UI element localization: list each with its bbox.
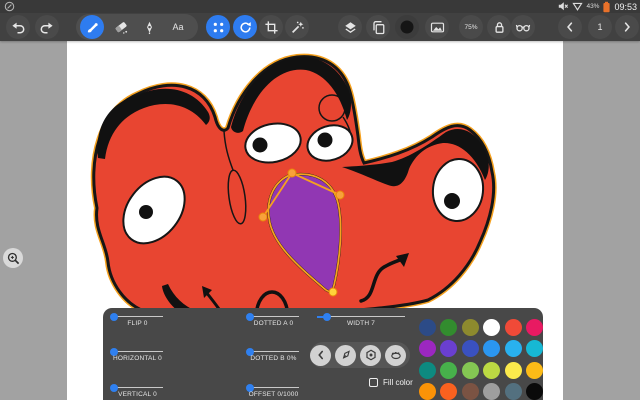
layers-icon (343, 20, 358, 35)
volume-muted-icon (558, 1, 569, 12)
color-swatch[interactable] (505, 340, 522, 357)
color-swatch[interactable] (526, 362, 543, 379)
copy-button[interactable] (366, 15, 390, 39)
color-swatch[interactable] (505, 362, 522, 379)
brush-tool-button[interactable] (80, 15, 104, 39)
brush-icon (85, 20, 100, 35)
battery-percent: 43% (586, 3, 599, 10)
color-swatch[interactable] (505, 383, 522, 400)
color-swatch[interactable] (440, 383, 457, 400)
image-icon (430, 20, 445, 35)
page-number-label: 1 (597, 22, 602, 32)
color-swatch[interactable] (440, 319, 457, 336)
color-swatch[interactable] (419, 362, 436, 379)
color-palette (103, 308, 543, 400)
magic-wand-icon (290, 20, 305, 35)
page-number[interactable]: 1 (588, 15, 612, 39)
redo-button[interactable] (35, 15, 59, 39)
next-page-button[interactable] (615, 15, 639, 39)
text-tool-button[interactable]: Aa (166, 15, 190, 39)
pen-tool-button[interactable] (137, 15, 161, 39)
lock-icon (492, 20, 507, 35)
zoom-button[interactable] (3, 248, 23, 268)
redo-icon (39, 19, 55, 35)
selection-handle (336, 191, 344, 199)
color-swatch[interactable] (462, 362, 479, 379)
undo-icon (10, 19, 26, 35)
magnifier-plus-icon (6, 251, 21, 266)
color-swatch[interactable] (462, 319, 479, 336)
crop-tool-button[interactable] (259, 15, 283, 39)
view-mode-button[interactable] (511, 15, 535, 39)
fill-color-label: Fill color (383, 378, 413, 387)
color-swatch[interactable] (419, 383, 436, 400)
selection-handle (288, 169, 296, 177)
color-swatch[interactable] (483, 340, 500, 357)
color-swatch-button[interactable] (395, 15, 419, 39)
selection-handle (259, 213, 267, 221)
color-swatch[interactable] (526, 319, 543, 336)
color-swatch[interactable] (526, 340, 543, 357)
current-color-icon (398, 18, 416, 36)
status-bar: 43% 09:53 (0, 0, 640, 13)
select-transform-button[interactable] (206, 15, 230, 39)
undo-button[interactable] (6, 15, 30, 39)
eraser-tool-button[interactable] (109, 15, 133, 39)
color-swatch[interactable] (440, 362, 457, 379)
lock-button[interactable] (487, 15, 511, 39)
color-swatch[interactable] (505, 319, 522, 336)
glasses-icon (515, 19, 531, 35)
zoom-level-label: 75% (464, 24, 477, 31)
chevron-right-icon (620, 20, 634, 34)
color-swatch[interactable] (419, 340, 436, 357)
copy-icon (371, 20, 386, 35)
color-swatch[interactable] (483, 383, 500, 400)
screen-cast-icon (4, 1, 15, 12)
image-button[interactable] (425, 15, 449, 39)
layers-button[interactable] (338, 15, 362, 39)
fill-color-row: Fill color (369, 378, 413, 387)
color-swatch[interactable] (526, 383, 543, 400)
wifi-icon (572, 1, 583, 12)
battery-icon (602, 1, 611, 13)
eraser-icon (113, 19, 129, 35)
selection-handle (329, 288, 337, 296)
color-swatch[interactable] (419, 319, 436, 336)
color-swatch[interactable] (462, 340, 479, 357)
color-swatch[interactable] (483, 319, 500, 336)
zoom-level-button[interactable]: 75% (459, 15, 483, 39)
rotate-icon (238, 20, 253, 35)
text-tool-label: Aa (172, 22, 183, 32)
rotate-tool-button[interactable] (233, 15, 257, 39)
selection-dots-icon (211, 20, 226, 35)
color-swatch[interactable] (462, 383, 479, 400)
color-swatch[interactable] (440, 340, 457, 357)
color-swatch[interactable] (483, 362, 500, 379)
crop-icon (264, 20, 279, 35)
previous-page-button[interactable] (558, 15, 582, 39)
clock: 09:53 (614, 2, 637, 12)
fill-color-checkbox[interactable] (369, 378, 378, 387)
toolbar: Aa 75% 1 (0, 13, 640, 41)
magic-wand-button[interactable] (285, 15, 309, 39)
properties-panel: FLIP 0 DOTTED A 0 WIDTH 7 HORIZONTAL 0 D… (103, 308, 543, 400)
chevron-left-icon (563, 20, 577, 34)
pen-nib-icon (142, 20, 157, 35)
drawing-app: { "status_bar": { "time": "09:53", "batt… (0, 0, 640, 400)
